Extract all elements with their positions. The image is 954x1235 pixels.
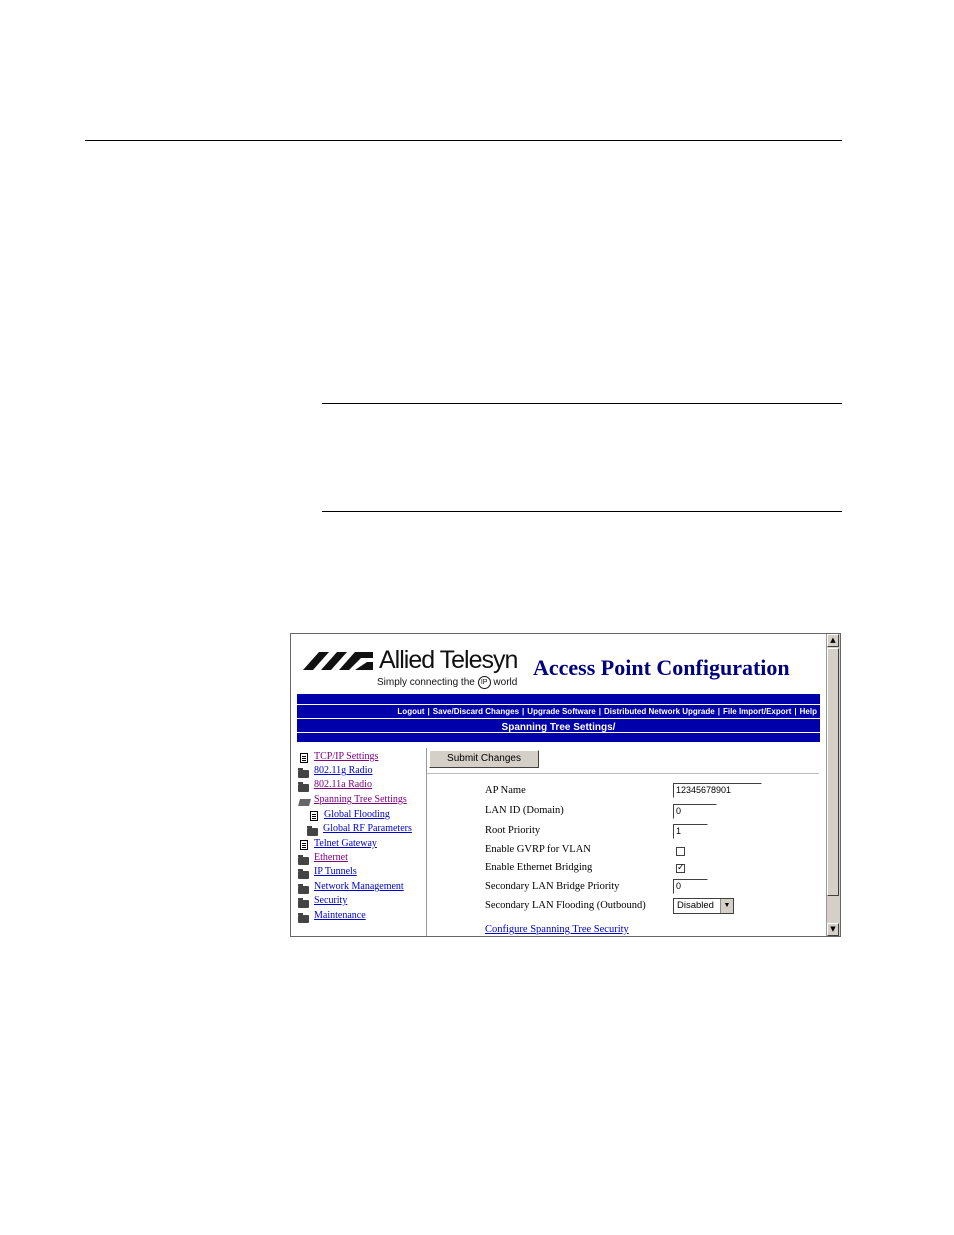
- document-icon: [300, 753, 308, 763]
- scroll-down-icon[interactable]: ▼: [827, 923, 839, 936]
- secondary-flooding-select[interactable]: Disabled ▼: [673, 898, 734, 914]
- ip-icon: IP: [477, 676, 491, 689]
- nav-logout-link[interactable]: Logout: [394, 707, 427, 716]
- scrollbar-thumb[interactable]: [827, 648, 839, 896]
- folder-icon: [298, 913, 309, 923]
- folder-icon: [298, 898, 309, 908]
- lan-id-input[interactable]: 0: [673, 804, 717, 819]
- sidebar-item-network-management[interactable]: Network Management: [314, 881, 404, 892]
- root-priority-label: Root Priority: [485, 825, 541, 836]
- configure-spanning-tree-security-link[interactable]: Configure Spanning Tree Security: [485, 924, 629, 935]
- sidebar-item-spanning-tree-settings[interactable]: Spanning Tree Settings: [314, 794, 407, 805]
- screenshot-frame: Allied Telesyn Simply connecting the IP …: [290, 633, 841, 937]
- page-top-rule: [85, 140, 842, 141]
- tagline-text-after: world: [493, 677, 518, 689]
- vertical-scrollbar[interactable]: ▲ ▼: [826, 634, 840, 936]
- note-bottom-rule: [322, 511, 842, 512]
- chevron-down-icon[interactable]: ▼: [720, 899, 733, 913]
- sidebar-item-ip-tunnels[interactable]: IP Tunnels: [314, 866, 357, 877]
- folder-icon: [298, 782, 309, 792]
- open-folder-icon: [298, 799, 311, 806]
- nav-distributed-upgrade-link[interactable]: Distributed Network Upgrade: [601, 707, 718, 716]
- sidebar-item-maintenance[interactable]: Maintenance: [314, 910, 366, 921]
- ethernet-bridging-label: Enable Ethernet Bridging: [485, 862, 593, 873]
- app-title: Access Point Configuration: [533, 655, 790, 680]
- document-icon: [310, 811, 318, 821]
- form-divider: [427, 773, 819, 774]
- submit-changes-button[interactable]: Submit Changes: [429, 750, 539, 768]
- ap-name-label: AP Name: [485, 785, 526, 796]
- sidebar-item-80211a-radio[interactable]: 802.11a Radio: [314, 779, 372, 790]
- lan-id-label: LAN ID (Domain): [485, 805, 564, 816]
- folder-icon: [307, 826, 318, 836]
- folder-icon: [298, 768, 309, 778]
- main-form: Submit Changes AP Name 12345678901 LAN I…: [427, 748, 819, 936]
- scroll-up-icon[interactable]: ▲: [827, 634, 839, 647]
- top-navbar: Logout | Save/Discard Changes | Upgrade Soft…: [297, 694, 820, 742]
- nav-links: Logout | Save/Discard Changes | Upgrade Soft…: [297, 707, 820, 716]
- sidebar-item-global-rf-parameters[interactable]: Global RF Parameters: [323, 823, 412, 834]
- brand-name: Allied Telesyn: [379, 646, 518, 674]
- sidebar-item-telnet-gateway[interactable]: Telnet Gateway: [314, 838, 377, 849]
- folder-icon: [298, 855, 309, 865]
- ap-name-input[interactable]: 12345678901: [673, 783, 762, 798]
- navbar-stripe: [297, 704, 820, 705]
- sidebar-item-80211g-radio[interactable]: 802.11g Radio: [314, 765, 373, 776]
- secondary-flooding-value: Disabled: [677, 900, 714, 911]
- secondary-bridge-priority-label: Secondary LAN Bridge Priority: [485, 881, 620, 892]
- ethernet-bridging-checkbox[interactable]: ✓: [676, 864, 685, 873]
- document-icon: [300, 840, 308, 850]
- sidebar-item-tcpip-settings[interactable]: TCP/IP Settings: [314, 751, 378, 762]
- nav-file-import-export-link[interactable]: File Import/Export: [720, 707, 794, 716]
- folder-icon: [298, 884, 309, 894]
- sidebar-item-ethernet[interactable]: Ethernet: [314, 852, 348, 863]
- gvrp-checkbox[interactable]: [676, 847, 685, 856]
- tagline-text-before: Simply connecting the: [377, 677, 475, 689]
- secondary-bridge-priority-input[interactable]: 0: [673, 879, 708, 894]
- secondary-flooding-label: Secondary LAN Flooding (Outbound): [485, 900, 646, 911]
- note-top-rule: [322, 403, 842, 404]
- header: Allied Telesyn Simply connecting the IP …: [297, 638, 819, 690]
- nav-upgrade-software-link[interactable]: Upgrade Software: [524, 707, 598, 716]
- allied-telesyn-logo: [303, 652, 373, 670]
- section-title: Spanning Tree Settings/: [501, 722, 616, 733]
- brand-tagline: Simply connecting the IP world: [377, 676, 517, 689]
- root-priority-input[interactable]: 1: [673, 824, 708, 839]
- sidebar: TCP/IP Settings 802.11g Radio 802.11a Ra…: [297, 748, 427, 934]
- folder-icon: [298, 869, 309, 879]
- nav-save-discard-link[interactable]: Save/Discard Changes: [430, 707, 522, 716]
- nav-help-link[interactable]: Help: [797, 707, 820, 716]
- gvrp-label: Enable GVRP for VLAN: [485, 844, 591, 855]
- navbar-stripe: [297, 718, 820, 719]
- sidebar-item-global-flooding[interactable]: Global Flooding: [324, 809, 390, 820]
- sidebar-item-security[interactable]: Security: [314, 895, 347, 906]
